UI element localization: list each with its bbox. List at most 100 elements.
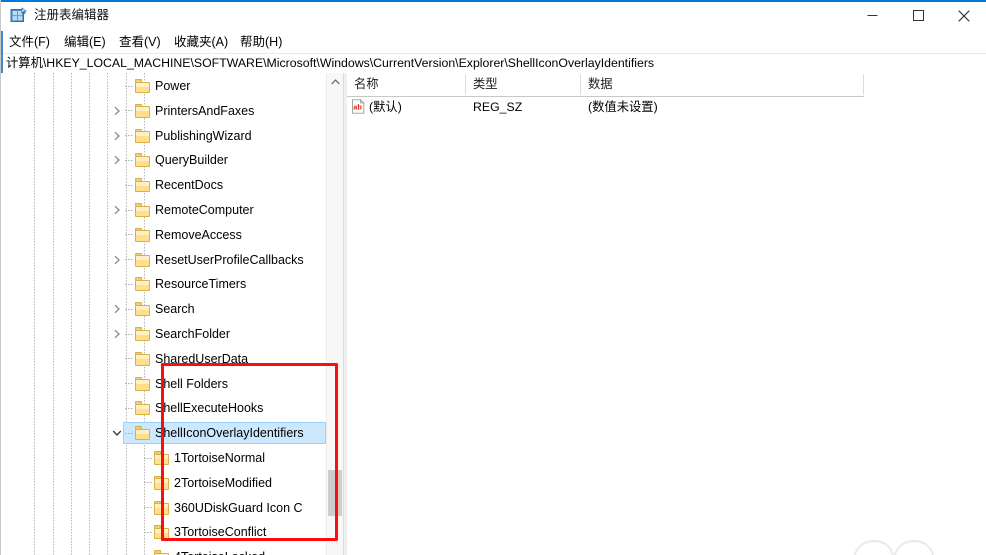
menu-item-5[interactable]: 帮助(H) bbox=[238, 33, 284, 51]
chevron-right-icon[interactable] bbox=[109, 297, 125, 321]
folder-icon bbox=[154, 451, 170, 465]
tree-connector-line bbox=[124, 322, 134, 346]
column-header-label: 类型 bbox=[473, 77, 498, 91]
tree-item-17[interactable]: 2TortoiseModified bbox=[1, 471, 343, 495]
tree-item-13[interactable]: Shell Folders bbox=[1, 372, 343, 396]
folder-icon bbox=[135, 103, 151, 118]
chevron-right-icon[interactable] bbox=[109, 322, 125, 346]
close-button[interactable] bbox=[941, 0, 986, 31]
tree-item-label: SearchFolder bbox=[155, 327, 231, 341]
value-name: (默认) bbox=[369, 100, 402, 114]
tree-connector-line bbox=[124, 272, 134, 296]
folder-icon bbox=[135, 153, 151, 168]
tree-scrollbar-thumb[interactable] bbox=[328, 470, 342, 516]
chevron-right-icon[interactable] bbox=[109, 198, 125, 222]
tree-item-label: ShellExecuteHooks bbox=[155, 401, 264, 416]
tree-item-label: ResetUserProfileCallbacks bbox=[155, 252, 304, 267]
tree-item-label: 1TortoiseNormal bbox=[174, 451, 266, 465]
chevron-right-icon[interactable] bbox=[109, 248, 125, 272]
tree-item-6[interactable]: RemoteComputer bbox=[1, 198, 343, 222]
tree-item-label: ResourceTimers bbox=[155, 277, 247, 292]
tree-item-20[interactable]: 4TortoiseLocked bbox=[1, 545, 343, 555]
tree-connector-line bbox=[124, 173, 134, 197]
tree-item-label: PublishingWizard bbox=[155, 128, 252, 143]
tree-item-label: 360UDiskGuard Icon C bbox=[174, 500, 303, 515]
column-header-3[interactable]: 数据 bbox=[581, 74, 864, 95]
registry-path: 计算机\HKEY_LOCAL_MACHINE\SOFTWARE\Microsof… bbox=[6, 56, 655, 70]
svg-text:ab: ab bbox=[353, 103, 362, 112]
tree-item-4[interactable]: QueryBuilder bbox=[1, 148, 343, 172]
tree-item-label: RemoteComputer bbox=[155, 203, 254, 217]
chevron-right-icon[interactable] bbox=[109, 124, 125, 148]
tree-connector-line bbox=[124, 148, 134, 172]
tree-connector-line bbox=[143, 545, 153, 555]
tree-item-label: RemoveAccess bbox=[155, 227, 242, 242]
window-title: 注册表编辑器 bbox=[34, 8, 110, 22]
folder-icon bbox=[135, 327, 151, 341]
tree-item-label: 4TortoiseLocked bbox=[174, 548, 265, 555]
tree-item-label: PrintersAndFaxes bbox=[155, 103, 255, 118]
tree-item-11[interactable]: SearchFolder bbox=[1, 322, 343, 346]
menu-item-4[interactable]: 收藏夹(A) bbox=[172, 33, 230, 51]
maximize-button[interactable] bbox=[895, 0, 941, 31]
tree-item-label: 2TortoiseModified bbox=[174, 475, 272, 490]
tree-item-8[interactable]: ResetUserProfileCallbacks bbox=[1, 248, 343, 272]
registry-editor-icon bbox=[10, 7, 28, 24]
tree-connector-line bbox=[124, 198, 134, 222]
column-header-2[interactable]: 类型 bbox=[466, 74, 581, 95]
tree-connector-line bbox=[124, 99, 134, 123]
chevron-down-icon[interactable] bbox=[109, 421, 125, 445]
menu-item-1[interactable]: 文件(F) bbox=[7, 33, 52, 51]
menu-item-3[interactable]: 查看(V) bbox=[117, 33, 163, 51]
scroll-up-arrow-icon[interactable] bbox=[327, 73, 343, 90]
folder-icon bbox=[135, 203, 151, 217]
folder-icon bbox=[135, 351, 151, 366]
folder-icon bbox=[135, 252, 151, 267]
folder-icon bbox=[135, 227, 151, 242]
tree-connector-line bbox=[143, 446, 153, 470]
folder-icon bbox=[135, 178, 151, 193]
tree-item-label: Shell Folders bbox=[155, 376, 228, 391]
tree-scrollbar[interactable] bbox=[326, 73, 343, 555]
values-column-header: 名称 类型 数据 bbox=[347, 73, 864, 97]
tree-item-15[interactable]: ShellIconOverlayIdentifiers bbox=[1, 421, 343, 445]
menu-item-2[interactable]: 编辑(E) bbox=[62, 33, 108, 51]
tree-connector-line bbox=[124, 396, 134, 420]
value-row[interactable]: ab (默认) REG_SZ (数值未设置) bbox=[347, 97, 986, 118]
tree-item-label: RecentDocs bbox=[155, 178, 224, 193]
tree-item-19[interactable]: 3TortoiseConflict bbox=[1, 520, 343, 544]
tree-connector-line bbox=[124, 372, 134, 396]
registry-tree-panel[interactable]: Power PrintersAndFaxes PublishingWizard Que… bbox=[1, 73, 343, 555]
tree-item-3[interactable]: PublishingWizard bbox=[1, 124, 343, 148]
tree-item-2[interactable]: PrintersAndFaxes bbox=[1, 99, 343, 123]
tree-item-10[interactable]: Search bbox=[1, 297, 343, 321]
folder-icon bbox=[154, 500, 170, 515]
minimize-button[interactable] bbox=[849, 0, 895, 31]
tree-connector-line bbox=[143, 496, 153, 520]
registry-values-panel[interactable]: 名称 类型 数据 ab (默认) REG_SZ (数值未设置) bbox=[347, 73, 986, 555]
tree-item-1[interactable]: Power bbox=[1, 74, 343, 98]
column-header-1[interactable]: 名称 bbox=[347, 74, 466, 95]
tree-item-5[interactable]: RecentDocs bbox=[1, 173, 343, 197]
tree-connector-line bbox=[124, 124, 134, 148]
address-bar[interactable]: 计算机\HKEY_LOCAL_MACHINE\SOFTWARE\Microsof… bbox=[1, 53, 986, 74]
tree-item-16[interactable]: 1TortoiseNormal bbox=[1, 446, 343, 470]
tree-item-18[interactable]: 360UDiskGuard Icon C bbox=[1, 496, 343, 520]
tree-item-14[interactable]: ShellExecuteHooks bbox=[1, 396, 343, 420]
tree-connector-line bbox=[124, 74, 134, 98]
tree-item-7[interactable]: RemoveAccess bbox=[1, 223, 343, 247]
folder-icon bbox=[154, 550, 170, 555]
tree-connector-line bbox=[143, 471, 153, 495]
tree-item-9[interactable]: ResourceTimers bbox=[1, 272, 343, 296]
folder-icon bbox=[135, 277, 151, 292]
tree-connector-line bbox=[124, 421, 134, 445]
folder-icon bbox=[135, 376, 151, 391]
chevron-right-icon[interactable] bbox=[109, 148, 125, 172]
registry-editor-window: 注册表编辑器 文件(F) 编辑(E) 查看(V) 收藏夹(A) 帮助(H) 计算机\HK… bbox=[0, 0, 986, 555]
folder-icon bbox=[135, 302, 151, 317]
watermark-logo bbox=[846, 517, 966, 555]
chevron-right-icon[interactable] bbox=[109, 99, 125, 123]
folder-icon bbox=[135, 426, 151, 441]
tree-item-12[interactable]: SharedUserData bbox=[1, 347, 343, 371]
tree-connector-line bbox=[124, 248, 134, 272]
